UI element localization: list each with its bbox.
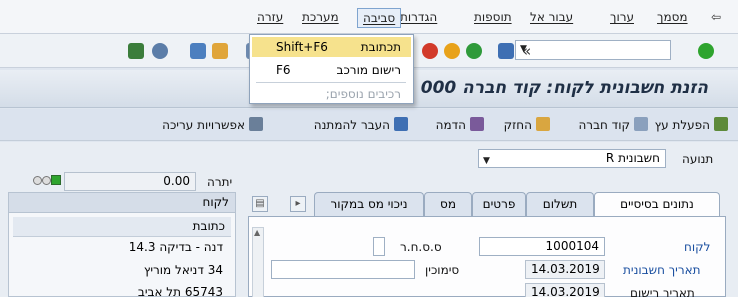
reference-input[interactable] [271, 260, 415, 279]
tree-on-label: הפעלת עץ [654, 118, 710, 132]
simulate-button[interactable]: הדמה [436, 117, 484, 132]
simulate-label: הדמה [435, 118, 466, 132]
address-header: כתובת [13, 217, 231, 237]
tab-details[interactable]: פרטים [472, 192, 526, 216]
ssnr-checkbox[interactable] [373, 237, 385, 256]
exit-icon[interactable]: ⇦ [711, 10, 727, 24]
scrollbar[interactable]: ▲ [252, 227, 264, 297]
transaction-label: תנועה [682, 152, 714, 166]
tree-icon [714, 117, 728, 131]
shortcut-label: F6 [276, 63, 291, 77]
menu-item-complex-posting[interactable]: F6 רישום מורכב [252, 60, 411, 80]
simulate-icon [470, 117, 484, 131]
tab-list-icon[interactable]: ▤ [252, 196, 268, 212]
park-icon [394, 117, 408, 131]
new-window-icon[interactable] [190, 43, 206, 59]
menu-item-additional-components: רכיבים נוספים; [252, 84, 411, 104]
transaction-value: R חשבונית [605, 151, 660, 165]
pencil-icon [249, 117, 263, 131]
menu-system[interactable]: מערכת [302, 10, 339, 24]
tab-scroll-right-icon[interactable]: ▸ [290, 196, 306, 212]
page-title: הזנת חשבונית לקוח: קוד חברה 000 [420, 78, 708, 98]
editing-options-label: אפשרויות עריכה [162, 118, 245, 132]
tab-panel-basic-data: ▲ [248, 216, 726, 297]
customer-panel: לקוח כתובת דנה - בדיקה 14.3 34 דניאל מור… [8, 192, 236, 297]
balance-label: יתרה [207, 175, 233, 189]
cancel-icon[interactable] [422, 43, 438, 59]
collapse-icon[interactable]: « [522, 42, 531, 60]
menu-bar: ⇦ מסמך ערוך עבור אל תוספות הגדרות סביבה … [0, 0, 738, 34]
hold-button[interactable]: החזק [504, 117, 550, 132]
status-light-yellow-icon [42, 176, 51, 185]
menu-environment[interactable]: סביבה [357, 8, 402, 28]
park-button[interactable]: העבר להמתנה [314, 117, 408, 132]
invoice-date-input[interactable]: 14.03.2019 [525, 260, 605, 279]
tree-on-button[interactable]: הפעלת עץ [655, 117, 728, 132]
address-line: דנה - בדיקה 14.3 [128, 240, 223, 254]
posting-date-input[interactable]: 14.03.2019 [525, 283, 605, 297]
back-icon[interactable] [466, 43, 482, 59]
hold-label: החזק [503, 118, 532, 132]
menu-item-label: תכתובת [360, 40, 401, 54]
menu-item-correspondence[interactable]: Shift+F6 תכתובת [252, 37, 411, 57]
environment-dropdown-menu: Shift+F6 תכתובת F6 רישום מורכב רכיבים נו… [249, 34, 414, 104]
menu-separator [256, 82, 406, 83]
exit-nav-icon[interactable] [444, 43, 460, 59]
menu-item-label: רכיבים נוספים; [325, 87, 401, 101]
address-line: 65743 תל אביב [137, 285, 223, 297]
company-icon [634, 117, 648, 131]
menu-edit[interactable]: ערוך [610, 10, 634, 24]
status-light-red-icon [33, 176, 42, 185]
menu-help[interactable]: עזרה [257, 10, 283, 24]
company-code-label: קוד חברה [578, 118, 630, 132]
shortcut-label: Shift+F6 [276, 40, 328, 54]
editing-options-button[interactable]: אפשרויות עריכה [162, 117, 263, 132]
park-label: העבר להמתנה [313, 118, 390, 132]
menu-item-label: רישום מורכב [336, 63, 401, 77]
menu-settings[interactable]: הגדרות [400, 10, 437, 24]
customer-panel-header: לקוח [9, 193, 235, 213]
customize-icon[interactable] [128, 43, 144, 59]
chevron-down-icon[interactable]: ▼ [483, 153, 490, 170]
balance-field: 0.00 [64, 172, 196, 191]
hold-icon [536, 117, 550, 131]
scroll-up-icon[interactable]: ▲ [254, 228, 260, 237]
tab-basic-data[interactable]: נתונים בסיסיים [594, 192, 720, 217]
create-session-icon[interactable] [212, 43, 228, 59]
tab-payment[interactable]: תשלום [526, 192, 594, 216]
application-toolbar: הפעלת עץ קוד חברה החזק הדמה העבר להמתנה … [0, 109, 738, 141]
reference-label: סימוכין [425, 263, 460, 277]
customer-input[interactable]: 1000104 [479, 237, 605, 256]
menu-document[interactable]: מסמך [657, 10, 688, 24]
address-line: 34 דניאל מוריץ [143, 263, 223, 277]
ssnr-label: ס.ס.ח.ר [400, 240, 442, 254]
transaction-select[interactable]: ▼ R חשבונית [478, 149, 666, 168]
status-light-green-icon [51, 175, 61, 185]
enter-check-icon[interactable] [698, 43, 714, 59]
posting-date-label: תאריך רישום [630, 286, 695, 297]
company-code-button[interactable]: קוד חברה [578, 117, 648, 132]
tab-tax[interactable]: מס [424, 192, 472, 216]
menu-extras[interactable]: תוספות [474, 10, 512, 24]
tab-withholding-tax[interactable]: ניכוי מס במקור [314, 192, 424, 216]
customer-field-label: לקוח [684, 240, 711, 254]
save-icon[interactable] [498, 43, 514, 59]
command-field[interactable]: ▼ [515, 40, 671, 60]
menu-goto[interactable]: עבור אל [530, 10, 573, 24]
invoice-date-label: תאריך חשבונית [623, 263, 701, 277]
help-icon[interactable] [152, 43, 168, 59]
